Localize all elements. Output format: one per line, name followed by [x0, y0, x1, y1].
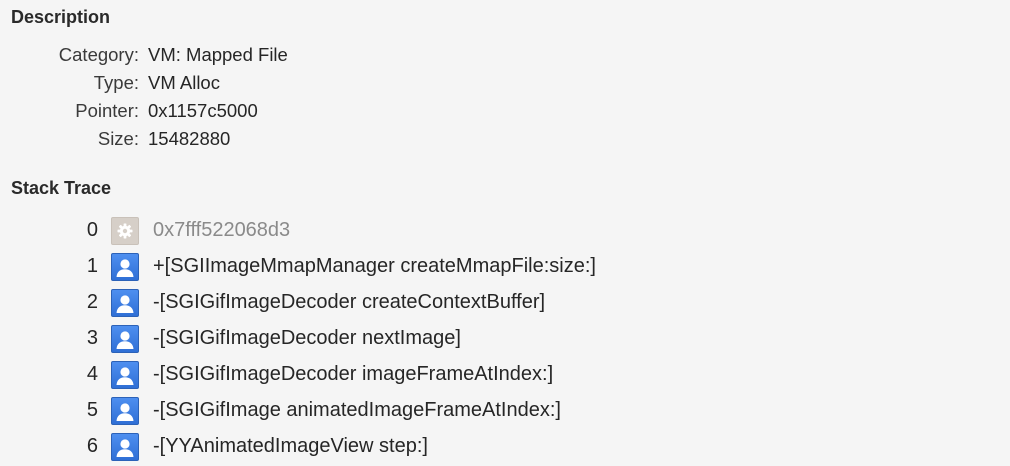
frame-symbol: -[YYAnimatedImageView step:]: [153, 435, 428, 457]
frame-index: 4: [86, 363, 98, 385]
user-icon: [111, 253, 139, 281]
field-category: Category: VM: Mapped File: [0, 42, 600, 68]
field-pointer: Pointer: 0x1157c5000: [0, 98, 600, 124]
frame-symbol: -[SGIGifImage animatedImageFrameAtIndex:…: [153, 399, 561, 421]
user-icon: [111, 433, 139, 461]
field-value: VM: Mapped File: [148, 44, 288, 65]
frame-symbol: 0x7fff522068d3: [153, 219, 291, 241]
stack-frame-6[interactable]: 6 -[YYAnimatedImageView step:]: [0, 430, 900, 462]
frame-index: 3: [86, 327, 98, 349]
field-value: 0x1157c5000: [148, 100, 258, 121]
stack-frame-5[interactable]: 5 -[SGIGifImage animatedImageFrameAtInde…: [0, 394, 900, 426]
stack-trace-title: Stack Trace: [11, 178, 112, 198]
frame-index: 1: [86, 255, 98, 277]
description-title: Description: [11, 7, 111, 27]
frame-symbol: -[SGIGifImageDecoder imageFrameAtIndex:]: [153, 363, 554, 385]
frame-symbol: -[SGIGifImageDecoder createContextBuffer…: [153, 291, 546, 313]
field-type: Type: VM Alloc: [0, 70, 600, 96]
user-icon: [111, 325, 139, 353]
user-icon: [111, 397, 139, 425]
user-icon: [111, 361, 139, 389]
field-key: Type:: [93, 72, 139, 93]
frame-index: 0: [86, 219, 98, 241]
field-key: Pointer:: [75, 100, 139, 121]
field-value: 15482880: [148, 128, 231, 149]
frame-index: 6: [86, 435, 98, 457]
frame-index: 5: [86, 399, 98, 421]
field-size: Size: 15482880: [0, 126, 600, 152]
user-icon: [111, 289, 139, 317]
field-value: VM Alloc: [148, 72, 220, 93]
field-key: Size:: [97, 128, 139, 149]
frame-index: 2: [86, 291, 98, 313]
stack-frame-0[interactable]: 0 0x7fff522068d3: [0, 214, 900, 246]
stack-frame-2[interactable]: 2 -[SGIGifImageDecoder createContextBuff…: [0, 286, 900, 318]
stack-frame-4[interactable]: 4 -[SGIGifImageDecoder imageFrameAtIndex…: [0, 358, 900, 390]
frame-symbol: +[SGIImageMmapManager createMmapFile:siz…: [153, 255, 596, 277]
stack-frame-1[interactable]: 1 +[SGIImageMmapManager createMmapFile:s…: [0, 250, 900, 282]
gear-icon: [111, 217, 139, 245]
field-key: Category:: [58, 44, 139, 65]
stack-frame-3[interactable]: 3 -[SGIGifImageDecoder nextImage]: [0, 322, 900, 354]
frame-symbol: -[SGIGifImageDecoder nextImage]: [153, 327, 461, 349]
